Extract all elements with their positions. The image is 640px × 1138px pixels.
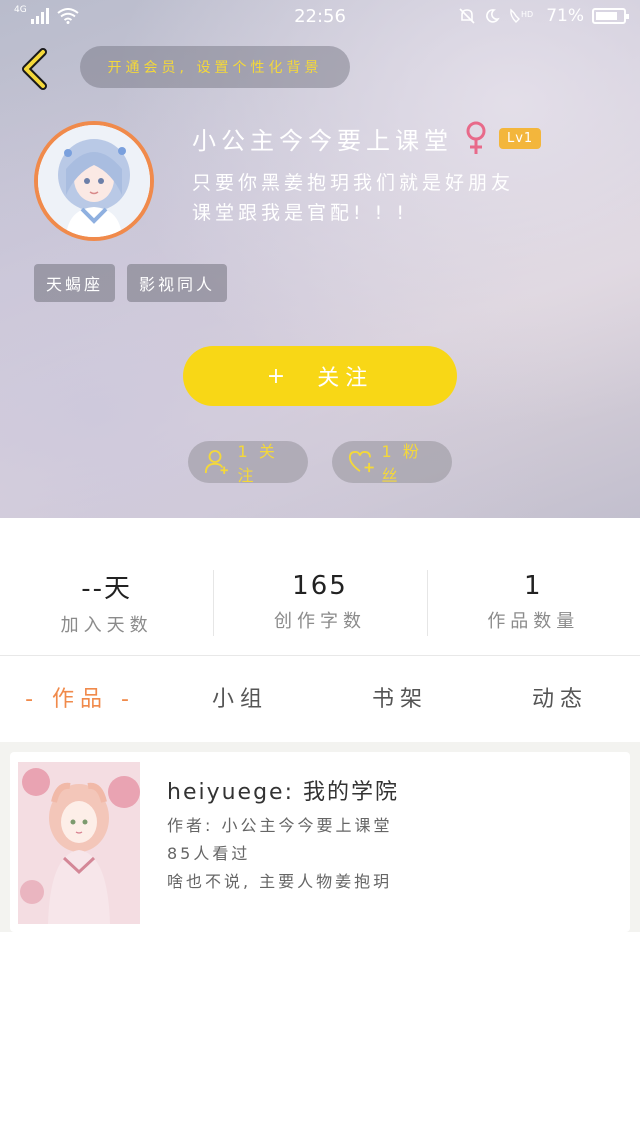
divider xyxy=(0,655,640,656)
avatar[interactable] xyxy=(34,121,154,241)
plus-icon: + xyxy=(266,363,292,389)
following-count: 1 关注 xyxy=(237,442,278,485)
following-button[interactable]: 1 关注 xyxy=(188,441,308,485)
work-cover xyxy=(18,762,140,924)
work-summary: 啥也不说, 主要人物姜抱玥 xyxy=(167,872,393,891)
tab-bookshelf[interactable]: 书架 xyxy=(320,681,480,713)
clock: 22:56 xyxy=(294,5,346,27)
stat-label: 创作字数 xyxy=(273,611,366,632)
stat-value: 165 xyxy=(292,571,348,601)
profile-header: 4G 22:56 HD 71% 开通会员, 设置个性化背景 小公主今今要上课堂 … xyxy=(0,0,640,518)
stat-works-count: 1 作品数量 xyxy=(426,550,640,654)
level-badge: Lv1 xyxy=(499,127,542,149)
stat-word-count: 165 创作字数 xyxy=(213,550,426,654)
fans-count: 1 粉丝 xyxy=(381,442,422,485)
vip-background-prompt[interactable]: 开通会员, 设置个性化背景 xyxy=(80,46,350,88)
female-icon xyxy=(466,121,486,154)
tab-groups[interactable]: 小组 xyxy=(160,681,320,713)
profile-stats: --天 加入天数 165 创作字数 1 作品数量 xyxy=(0,550,640,654)
profile-name-row: 小公主今今要上课堂 Lv1 xyxy=(192,118,542,158)
status-bar: 4G 22:56 HD 71% xyxy=(0,0,640,32)
battery-icon xyxy=(592,8,629,24)
stat-value: --天 xyxy=(81,573,133,604)
work-card[interactable]: heiyuege: 我的学院 作者: 小公主今今要上课堂 85人看过 啥也不说,… xyxy=(10,752,630,932)
bio: 只要你黑姜抱玥我们就是好朋友 课堂跟我是官配! ! ! xyxy=(192,168,612,228)
stat-label: 加入天数 xyxy=(60,614,153,636)
follow-button[interactable]: + 关注 xyxy=(183,346,457,406)
heart-plus-icon xyxy=(348,450,374,473)
stat-join-days: --天 加入天数 xyxy=(0,550,213,654)
tag-fandom[interactable]: 影视同人 xyxy=(127,264,228,302)
stat-label: 作品数量 xyxy=(487,611,580,632)
work-author: 作者: 小公主今今要上课堂 xyxy=(167,816,393,835)
work-views: 85人看过 xyxy=(167,844,251,863)
cover-illustration xyxy=(18,762,140,924)
vip-prompt-text: 开通会员, 设置个性化背景 xyxy=(107,60,323,76)
add-user-icon xyxy=(204,450,228,474)
stat-value: 1 xyxy=(524,571,543,601)
profile-tabs: - 作品 - 小组 书架 动态 xyxy=(0,660,640,734)
avatar-illustration xyxy=(38,125,150,237)
nickname: 小公主今今要上课堂 xyxy=(192,126,453,155)
fans-button[interactable]: 1 粉丝 xyxy=(332,441,452,485)
tab-activity[interactable]: 动态 xyxy=(480,681,640,713)
follow-label: 关注 xyxy=(317,366,374,391)
bio-line-2: 课堂跟我是官配! ! ! xyxy=(192,202,408,224)
back-button[interactable] xyxy=(14,46,54,92)
chevron-left-icon xyxy=(22,48,47,90)
bio-line-1: 只要你黑姜抱玥我们就是好朋友 xyxy=(192,172,515,194)
tag-zodiac[interactable]: 天蝎座 xyxy=(34,264,116,302)
work-title: heiyuege: 我的学院 xyxy=(167,780,399,805)
tab-works[interactable]: - 作品 - xyxy=(0,681,160,713)
tag-list: 天蝎座 影视同人 xyxy=(34,264,228,302)
